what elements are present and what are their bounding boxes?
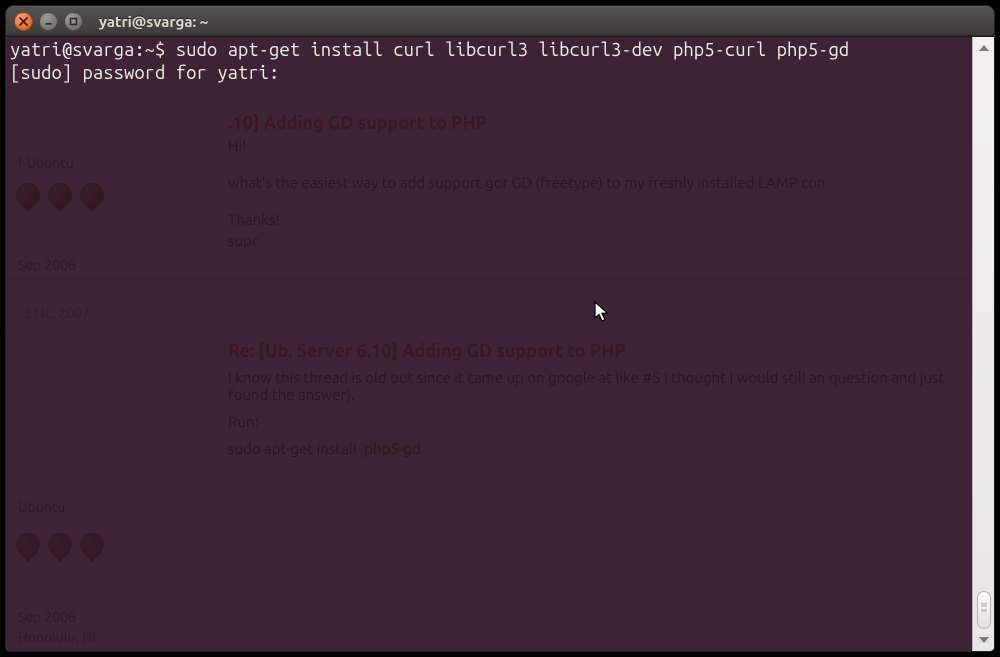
scroll-thumb[interactable]: [977, 591, 991, 629]
terminal-body: .10] Adding GD support to PHP f Ubuntu S…: [6, 36, 994, 651]
close-icon: [19, 17, 28, 26]
terminal-scrollbar[interactable]: [972, 37, 994, 651]
command-text: sudo apt-get install curl libcurl3 libcu…: [176, 40, 849, 60]
chevron-down-icon: [979, 637, 989, 643]
window-title: yatri@svarga: ~: [99, 13, 208, 30]
window-maximize-button[interactable]: [64, 12, 83, 31]
scroll-down-button[interactable]: [975, 631, 993, 649]
sudo-prompt: [sudo] password for yatri:: [10, 63, 289, 83]
maximize-icon: [69, 17, 78, 26]
terminal-text[interactable]: yatri@svarga:~$ sudo apt-get install cur…: [6, 37, 972, 651]
chevron-up-icon: [979, 45, 989, 51]
terminal-window: yatri@svarga: ~ .10] Adding GD support t…: [6, 6, 994, 651]
prompt: yatri@svarga:~$: [10, 40, 176, 60]
scroll-up-button[interactable]: [975, 39, 993, 57]
minimize-icon: [44, 17, 53, 26]
terminal-viewport[interactable]: .10] Adding GD support to PHP f Ubuntu S…: [6, 37, 972, 651]
window-minimize-button[interactable]: [39, 12, 58, 31]
window-titlebar[interactable]: yatri@svarga: ~: [6, 6, 994, 36]
window-close-button[interactable]: [14, 12, 33, 31]
